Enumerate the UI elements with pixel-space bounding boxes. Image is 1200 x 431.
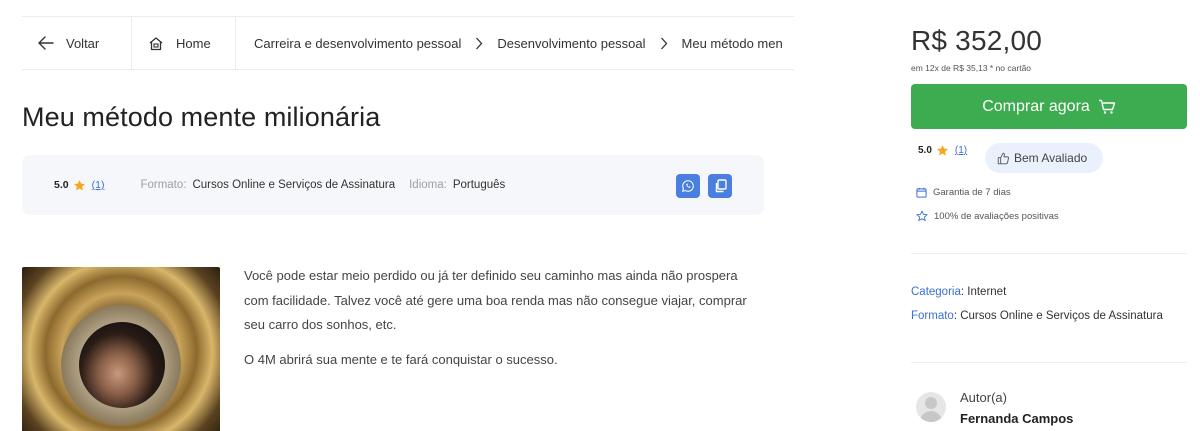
home-link[interactable]: Home [132, 17, 236, 69]
buy-now-button[interactable]: Comprar agora [911, 84, 1187, 129]
back-link[interactable]: Voltar [22, 17, 132, 69]
author-label: Autor(a) [960, 390, 1007, 405]
copy-icon [715, 179, 727, 193]
chevron-right-icon [475, 37, 483, 50]
star-icon [936, 145, 948, 156]
cart-icon [1098, 99, 1115, 114]
home-label: Home [176, 35, 211, 51]
language-info: Idioma: Português [409, 179, 505, 191]
well-rated-badge: Bem Avaliado [985, 143, 1104, 173]
avatar-icon [916, 392, 946, 422]
language-label: Idioma: [409, 179, 447, 191]
page-title: Meu método mente milionária [22, 102, 381, 132]
calendar-icon [916, 187, 927, 198]
description-paragraph: Você pode estar meio perdido ou já ter d… [244, 268, 747, 332]
product-info-bar: 5.0 (1) Formato: Cursos Online e Serviço… [22, 155, 764, 215]
share-buttons [676, 174, 732, 198]
divider [911, 362, 1187, 363]
rating-score: 5.0 [918, 145, 932, 156]
positive-reviews-text: 100% de avaliações positivas [934, 210, 1059, 222]
star-icon [73, 179, 85, 190]
breadcrumb-item-subcategory[interactable]: Desenvolvimento pessoal [497, 36, 645, 51]
rating-count-link[interactable]: (1) [92, 179, 105, 191]
product-description: Você pode estar meio perdido ou já ter d… [244, 264, 764, 372]
format-label[interactable]: Formato [911, 310, 954, 322]
whatsapp-icon [682, 180, 694, 192]
category-label[interactable]: Categoria [911, 286, 961, 298]
breadcrumb-item-current: Meu método men [681, 35, 783, 51]
product-details: Categoria: Internet Formato: Cursos Onli… [911, 280, 1187, 328]
author-info: Autor(a) Fernanda Campos [960, 388, 1073, 430]
home-icon [149, 36, 163, 50]
author-card: Autor(a) Fernanda Campos [916, 388, 1073, 430]
arrow-left-icon [38, 36, 54, 50]
copy-link-button[interactable] [708, 174, 732, 198]
star-outline-icon [916, 210, 928, 222]
category-info: Categoria: Internet [911, 280, 1187, 304]
description-paragraph: O 4M abrirá sua mente e te fará conquist… [244, 351, 558, 367]
breadcrumb-item-category[interactable]: Carreira e desenvolvimento pessoal [254, 36, 461, 51]
format-label: Formato: [140, 179, 187, 191]
rating-count-link[interactable]: (1) [955, 145, 967, 156]
guarantee-info: Garantia de 7 dias [916, 187, 1011, 198]
language-value: Português [452, 179, 506, 191]
guarantee-text: Garantia de 7 dias [933, 187, 1011, 198]
rating-score: 5.0 [54, 179, 69, 191]
badge-label: Bem Avaliado [1014, 151, 1088, 165]
back-label: Voltar [66, 35, 100, 51]
breadcrumb-path: Carreira e desenvolvimento pessoal Desen… [236, 17, 783, 69]
format-value: Cursos Online e Serviços de Assinatura [192, 179, 396, 191]
chevron-right-icon [660, 37, 668, 50]
cover-portrait [79, 322, 165, 408]
product-rating: 5.0 (1) [54, 179, 104, 192]
divider [911, 253, 1187, 254]
whatsapp-share-button[interactable] [676, 174, 700, 198]
format-info-sidebar: Formato: Cursos Online e Serviços de Ass… [911, 304, 1187, 328]
installments-info: em 12x de R$ 35,13 * no cartão [911, 63, 1032, 73]
positive-reviews-info: 100% de avaliações positivas [916, 210, 1059, 222]
author-name[interactable]: Fernanda Campos [960, 408, 1073, 430]
buy-now-label: Comprar agora [982, 97, 1090, 115]
format-info: Formato: Cursos Online e Serviços de Ass… [140, 179, 395, 191]
category-value: : Internet [960, 286, 1007, 298]
sidebar-rating: 5.0 (1) [918, 144, 967, 157]
format-value: : Cursos Online e Serviços de Assinatura [953, 310, 1163, 322]
product-cover-image [22, 267, 220, 431]
price: R$ 352,00 [911, 25, 1043, 56]
breadcrumb: Voltar Home Carreira e desenvolvimento p… [22, 16, 794, 70]
thumbs-up-icon [997, 152, 1010, 164]
